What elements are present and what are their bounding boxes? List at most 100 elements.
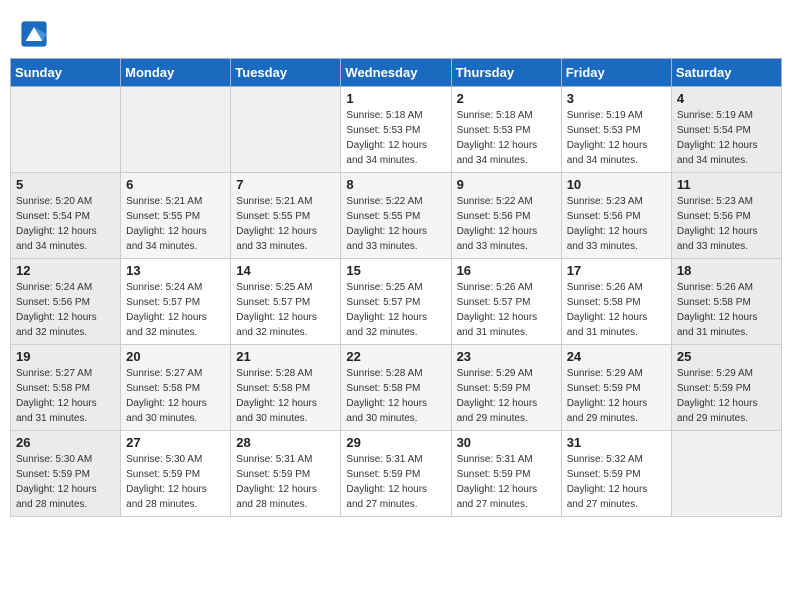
day-number: 27 xyxy=(126,435,225,450)
day-number: 3 xyxy=(567,91,666,106)
day-info: Sunrise: 5:26 AM Sunset: 5:57 PM Dayligh… xyxy=(457,280,556,340)
day-info: Sunrise: 5:24 AM Sunset: 5:57 PM Dayligh… xyxy=(126,280,225,340)
calendar-cell: 24 Sunrise: 5:29 AM Sunset: 5:59 PM Dayli… xyxy=(561,345,671,431)
calendar-cell: 6 Sunrise: 5:21 AM Sunset: 5:55 PM Daylig… xyxy=(121,173,231,259)
day-number: 6 xyxy=(126,177,225,192)
day-number: 17 xyxy=(567,263,666,278)
day-number: 25 xyxy=(677,349,776,364)
day-info: Sunrise: 5:29 AM Sunset: 5:59 PM Dayligh… xyxy=(677,366,776,426)
day-number: 12 xyxy=(16,263,115,278)
calendar-cell: 7Sunrise: 5:21 AM Sunset: 5:55 PM Daylig… xyxy=(231,173,341,259)
calendar-cell: 12 Sunrise: 5:24 AM Sunset: 5:56 PM Dayli… xyxy=(11,259,121,345)
calendar-cell: 2 Sunrise: 5:18 AM Sunset: 5:53 PM Daylig… xyxy=(451,87,561,173)
calendar-cell: 5Sunrise: 5:20 AM Sunset: 5:54 PM Daylig… xyxy=(11,173,121,259)
day-info: Sunrise: 5:25 AM Sunset: 5:57 PM Dayligh… xyxy=(236,280,335,340)
calendar-header-monday: Monday xyxy=(121,59,231,87)
day-info: Sunrise: 5:25 AM Sunset: 5:57 PM Dayligh… xyxy=(346,280,445,340)
day-number: 7 xyxy=(236,177,335,192)
day-info: Sunrise: 5:18 AM Sunset: 5:53 PM Dayligh… xyxy=(457,108,556,168)
logo xyxy=(20,20,52,48)
calendar-cell: 10Sunrise: 5:23 AM Sunset: 5:56 PM Dayli… xyxy=(561,173,671,259)
calendar-cell: 27 Sunrise: 5:30 AM Sunset: 5:59 PM Dayli… xyxy=(121,431,231,517)
day-info: Sunrise: 5:27 AM Sunset: 5:58 PM Dayligh… xyxy=(126,366,225,426)
calendar-header-row: SundayMondayTuesdayWednesdayThursdayFrid… xyxy=(11,59,782,87)
calendar-cell: 4Sunrise: 5:19 AM Sunset: 5:54 PM Daylig… xyxy=(671,87,781,173)
day-info: Sunrise: 5:23 AM Sunset: 5:56 PM Dayligh… xyxy=(567,194,666,254)
day-info: Sunrise: 5:31 AM Sunset: 5:59 PM Dayligh… xyxy=(236,452,335,512)
calendar-cell: 29 Sunrise: 5:31 AM Sunset: 5:59 PM Dayli… xyxy=(341,431,451,517)
calendar-cell: 26Sunrise: 5:30 AM Sunset: 5:59 PM Dayli… xyxy=(11,431,121,517)
day-info: Sunrise: 5:32 AM Sunset: 5:59 PM Dayligh… xyxy=(567,452,666,512)
day-number: 19 xyxy=(16,349,115,364)
day-number: 4 xyxy=(677,91,776,106)
day-info: Sunrise: 5:30 AM Sunset: 5:59 PM Dayligh… xyxy=(126,452,225,512)
calendar-cell: 3 Sunrise: 5:19 AM Sunset: 5:53 PM Daylig… xyxy=(561,87,671,173)
day-number: 23 xyxy=(457,349,556,364)
page-header xyxy=(10,10,782,53)
calendar-cell: 14 Sunrise: 5:25 AM Sunset: 5:57 PM Dayli… xyxy=(231,259,341,345)
day-number: 24 xyxy=(567,349,666,364)
calendar-cell: 18Sunrise: 5:26 AM Sunset: 5:58 PM Dayli… xyxy=(671,259,781,345)
day-number: 26 xyxy=(16,435,115,450)
calendar-week-row: 19 Sunrise: 5:27 AM Sunset: 5:58 PM Dayli… xyxy=(11,345,782,431)
calendar-header-tuesday: Tuesday xyxy=(231,59,341,87)
day-number: 29 xyxy=(346,435,445,450)
calendar-table: SundayMondayTuesdayWednesdayThursdayFrid… xyxy=(10,58,782,517)
day-number: 13 xyxy=(126,263,225,278)
day-info: Sunrise: 5:27 AM Sunset: 5:58 PM Dayligh… xyxy=(16,366,115,426)
day-info: Sunrise: 5:20 AM Sunset: 5:54 PM Dayligh… xyxy=(16,194,115,254)
calendar-cell: 31 Sunrise: 5:32 AM Sunset: 5:59 PM Dayli… xyxy=(561,431,671,517)
calendar-cell: 30 Sunrise: 5:31 AM Sunset: 5:59 PM Dayli… xyxy=(451,431,561,517)
calendar-cell xyxy=(231,87,341,173)
calendar-week-row: 12 Sunrise: 5:24 AM Sunset: 5:56 PM Dayli… xyxy=(11,259,782,345)
day-info: Sunrise: 5:24 AM Sunset: 5:56 PM Dayligh… xyxy=(16,280,115,340)
calendar-cell: 16 Sunrise: 5:26 AM Sunset: 5:57 PM Dayli… xyxy=(451,259,561,345)
calendar-cell: 19 Sunrise: 5:27 AM Sunset: 5:58 PM Dayli… xyxy=(11,345,121,431)
day-info: Sunrise: 5:26 AM Sunset: 5:58 PM Dayligh… xyxy=(567,280,666,340)
day-number: 15 xyxy=(346,263,445,278)
day-info: Sunrise: 5:19 AM Sunset: 5:53 PM Dayligh… xyxy=(567,108,666,168)
calendar-cell: 20 Sunrise: 5:27 AM Sunset: 5:58 PM Dayli… xyxy=(121,345,231,431)
day-number: 11 xyxy=(677,177,776,192)
calendar-cell: 15 Sunrise: 5:25 AM Sunset: 5:57 PM Dayli… xyxy=(341,259,451,345)
day-info: Sunrise: 5:31 AM Sunset: 5:59 PM Dayligh… xyxy=(346,452,445,512)
calendar-cell: 8Sunrise: 5:22 AM Sunset: 5:55 PM Daylig… xyxy=(341,173,451,259)
calendar-cell: 22 Sunrise: 5:28 AM Sunset: 5:58 PM Dayli… xyxy=(341,345,451,431)
calendar-header-friday: Friday xyxy=(561,59,671,87)
day-info: Sunrise: 5:28 AM Sunset: 5:58 PM Dayligh… xyxy=(236,366,335,426)
calendar-cell: 1Sunrise: 5:18 AM Sunset: 5:53 PM Daylig… xyxy=(341,87,451,173)
day-info: Sunrise: 5:21 AM Sunset: 5:55 PM Dayligh… xyxy=(126,194,225,254)
calendar-header-saturday: Saturday xyxy=(671,59,781,87)
day-info: Sunrise: 5:31 AM Sunset: 5:59 PM Dayligh… xyxy=(457,452,556,512)
calendar-cell: 9Sunrise: 5:22 AM Sunset: 5:56 PM Daylig… xyxy=(451,173,561,259)
calendar-cell: 13 Sunrise: 5:24 AM Sunset: 5:57 PM Dayli… xyxy=(121,259,231,345)
calendar-cell: 21 Sunrise: 5:28 AM Sunset: 5:58 PM Dayli… xyxy=(231,345,341,431)
logo-icon xyxy=(20,20,48,48)
day-number: 2 xyxy=(457,91,556,106)
day-number: 16 xyxy=(457,263,556,278)
day-number: 31 xyxy=(567,435,666,450)
calendar-cell xyxy=(11,87,121,173)
day-info: Sunrise: 5:29 AM Sunset: 5:59 PM Dayligh… xyxy=(567,366,666,426)
calendar-week-row: 26 Sunrise: 5:30 AM Sunset: 5:59 PM Dayli… xyxy=(11,431,782,517)
day-number: 30 xyxy=(457,435,556,450)
day-number: 14 xyxy=(236,263,335,278)
calendar-header-thursday: Thursday xyxy=(451,59,561,87)
day-number: 9 xyxy=(457,177,556,192)
calendar-cell: 17 Sunrise: 5:26 AM Sunset: 5:58 PM Dayli… xyxy=(561,259,671,345)
calendar-cell: 11Sunrise: 5:23 AM Sunset: 5:56 PM Dayli… xyxy=(671,173,781,259)
calendar-cell xyxy=(671,431,781,517)
day-number: 20 xyxy=(126,349,225,364)
calendar-week-row: 1Sunrise: 5:18 AM Sunset: 5:53 PM Daylig… xyxy=(11,87,782,173)
day-info: Sunrise: 5:29 AM Sunset: 5:59 PM Dayligh… xyxy=(457,366,556,426)
day-info: Sunrise: 5:28 AM Sunset: 5:58 PM Dayligh… xyxy=(346,366,445,426)
day-number: 22 xyxy=(346,349,445,364)
calendar-cell: 23 Sunrise: 5:29 AM Sunset: 5:59 PM Dayli… xyxy=(451,345,561,431)
calendar-header-wednesday: Wednesday xyxy=(341,59,451,87)
day-number: 21 xyxy=(236,349,335,364)
calendar-week-row: 5Sunrise: 5:20 AM Sunset: 5:54 PM Daylig… xyxy=(11,173,782,259)
day-number: 18 xyxy=(677,263,776,278)
calendar-header-sunday: Sunday xyxy=(11,59,121,87)
calendar-cell xyxy=(121,87,231,173)
day-number: 8 xyxy=(346,177,445,192)
